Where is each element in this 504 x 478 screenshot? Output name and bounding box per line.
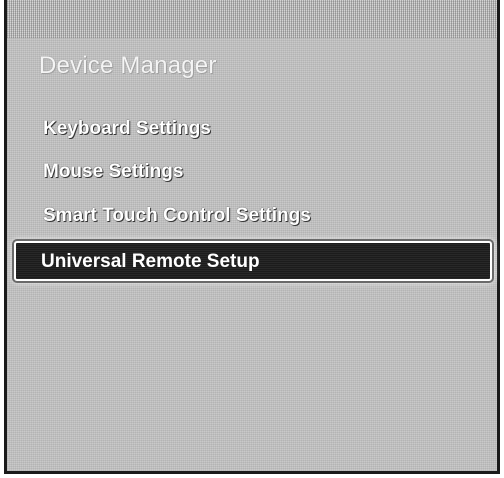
- panel-title: Device Manager: [39, 52, 217, 79]
- menu-item-mouse-settings[interactable]: Mouse Settings: [43, 161, 183, 183]
- menu-item-label: Universal Remote Setup: [41, 251, 260, 272]
- menu-item-universal-remote-setup[interactable]: Universal Remote Setup: [14, 241, 492, 281]
- menu-item-smart-touch-control-settings[interactable]: Smart Touch Control Settings: [43, 205, 311, 227]
- top-band: [7, 0, 497, 38]
- menu-item-keyboard-settings[interactable]: Keyboard Settings: [43, 118, 211, 140]
- device-manager-screen: Device Manager Keyboard Settings Mouse S…: [4, 0, 500, 474]
